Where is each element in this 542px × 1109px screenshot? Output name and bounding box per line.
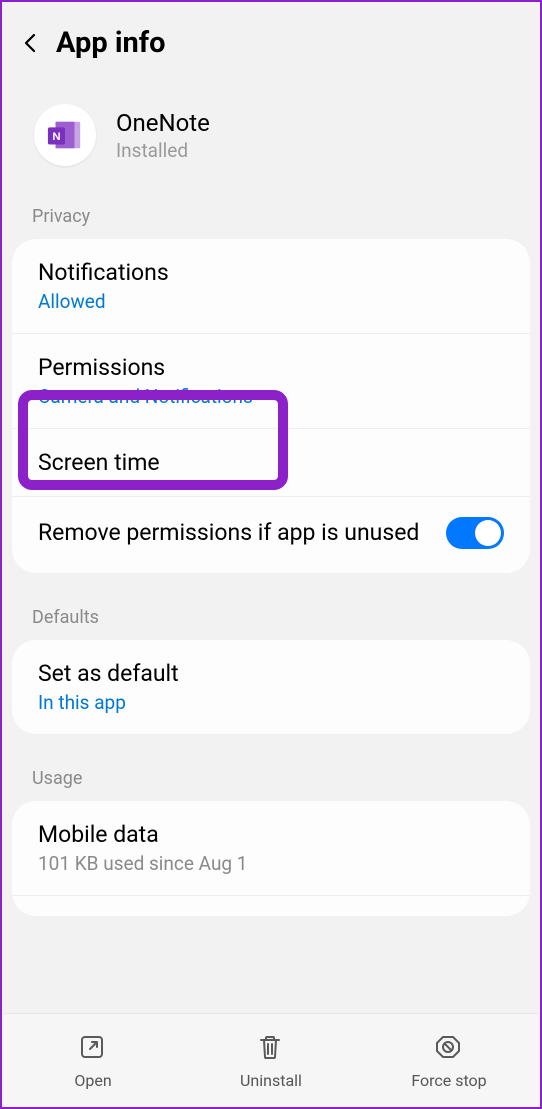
open-icon (78, 1033, 108, 1063)
notifications-item[interactable]: Notifications Allowed (12, 239, 530, 334)
defaults-card: Set as default In this app (12, 640, 530, 734)
page-title: App info (56, 26, 166, 60)
permissions-summary: Camera and Notifications (38, 385, 504, 408)
force-stop-label: Force stop (411, 1071, 486, 1090)
screen-time-item[interactable]: Screen time (12, 429, 530, 497)
onenote-app-icon: N (34, 104, 96, 166)
permissions-item[interactable]: Permissions Camera and Notifications (12, 334, 530, 429)
open-button[interactable]: Open (4, 1033, 182, 1090)
mobile-data-sub: 101 KB used since Aug 1 (38, 852, 504, 875)
mobile-data-item[interactable]: Mobile data 101 KB used since Aug 1 (12, 801, 530, 896)
app-header: N OneNote Installed (2, 90, 540, 196)
notifications-title: Notifications (38, 259, 504, 286)
set-as-default-sub: In this app (38, 691, 504, 714)
uninstall-label: Uninstall (240, 1071, 302, 1090)
cutoff-item (12, 896, 530, 916)
back-icon[interactable] (22, 30, 38, 56)
stop-icon (434, 1033, 464, 1063)
uninstall-button[interactable]: Uninstall (182, 1033, 360, 1090)
remove-permissions-title: Remove permissions if app is unused (38, 517, 426, 548)
mobile-data-title: Mobile data (38, 821, 504, 848)
app-install-status: Installed (116, 139, 210, 162)
privacy-card: Notifications Allowed Permissions Camera… (12, 239, 530, 573)
section-label-defaults: Defaults (2, 597, 540, 640)
permissions-title: Permissions (38, 354, 504, 381)
set-as-default-item[interactable]: Set as default In this app (12, 640, 530, 734)
open-label: Open (74, 1071, 111, 1090)
remove-permissions-item[interactable]: Remove permissions if app is unused (12, 497, 530, 573)
notifications-status: Allowed (38, 290, 504, 313)
force-stop-button[interactable]: Force stop (360, 1033, 538, 1090)
screen-time-title: Screen time (38, 449, 504, 476)
bottom-bar: Open Uninstall Force stop (4, 1013, 538, 1107)
section-label-usage: Usage (2, 758, 540, 801)
section-label-privacy: Privacy (2, 196, 540, 239)
remove-permissions-toggle[interactable] (446, 517, 504, 549)
set-as-default-title: Set as default (38, 660, 504, 687)
app-name: OneNote (116, 109, 210, 137)
usage-card: Mobile data 101 KB used since Aug 1 (12, 801, 530, 916)
header: App info (2, 2, 540, 90)
svg-text:N: N (52, 131, 60, 143)
trash-icon (256, 1033, 286, 1063)
toggle-knob (475, 520, 501, 546)
